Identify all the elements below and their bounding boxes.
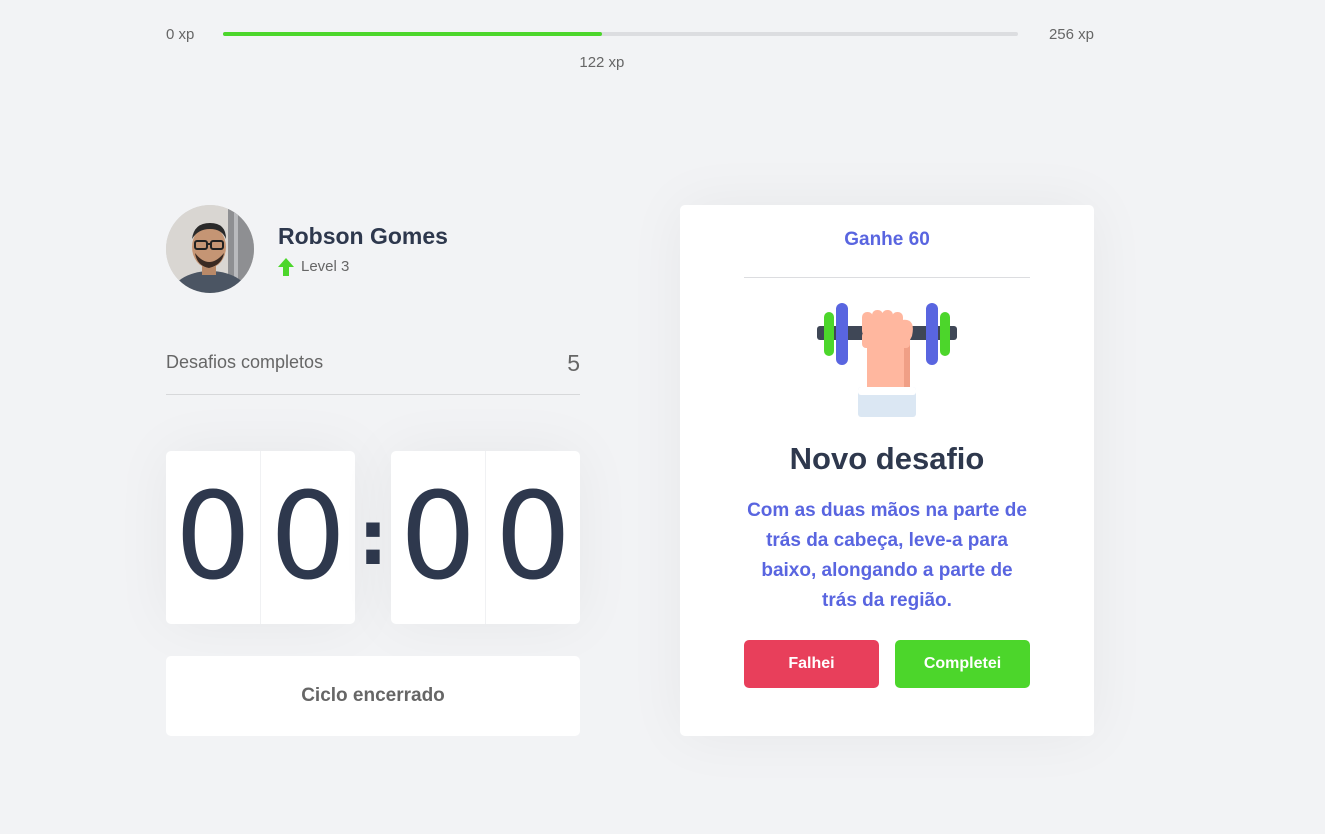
countdown-separator: :	[357, 493, 389, 582]
xp-max-label: 256 xp	[1048, 26, 1094, 43]
challenge-actions: Falhei Completei	[744, 640, 1030, 688]
xp-min-label: 0 xp	[166, 26, 195, 43]
xp-track: 122 xp	[223, 32, 1018, 71]
countdown: 0 0 : 0 0	[166, 451, 580, 624]
xp-current-label: 122 xp	[579, 54, 625, 71]
profile-level: Level 3	[278, 257, 448, 276]
completed-challenges: Desafios completos 5	[166, 348, 580, 395]
second-digit-right: 0	[494, 468, 572, 607]
profile-info: Robson Gomes Level 3	[278, 223, 448, 276]
challenge-reward: Ganhe 60	[744, 229, 1030, 278]
second-digit-left: 0	[391, 451, 486, 624]
profile-level-label: Level 3	[301, 258, 350, 275]
avatar-photo	[166, 205, 254, 293]
app-page: 0 xp 122 xp 256 xp Robson Gomes Level 3 …	[0, 0, 1325, 834]
challenge-succeeded-button[interactable]: Completei	[895, 640, 1030, 688]
profile: Robson Gomes Level 3	[166, 205, 448, 293]
cycle-finished-button[interactable]: Ciclo encerrado	[166, 656, 580, 736]
challenge-description: Com as duas mãos na parte de trás da cab…	[747, 500, 1027, 611]
minute-digit-left: 0	[166, 451, 261, 624]
minutes-box: 0 0	[166, 451, 355, 624]
completed-challenges-label: Desafios completos	[166, 352, 324, 372]
challenge-title: Novo desafio	[789, 441, 985, 476]
completed-challenges-count: 5	[567, 350, 580, 376]
xp-fill	[223, 32, 602, 36]
minute-digit-right: 0	[269, 468, 347, 607]
seconds-box: 0 0	[391, 451, 580, 624]
up-arrow-icon	[278, 257, 294, 276]
avatar	[166, 205, 254, 293]
experience-bar: 0 xp 122 xp 256 xp	[166, 24, 1094, 71]
challenge-card: Ganhe 60 Novo desafio Com as duas mãos n…	[680, 205, 1094, 736]
profile-name: Robson Gomes	[278, 222, 448, 249]
dumbbell-icon	[817, 303, 957, 417]
challenge-failed-button[interactable]: Falhei	[744, 640, 879, 688]
